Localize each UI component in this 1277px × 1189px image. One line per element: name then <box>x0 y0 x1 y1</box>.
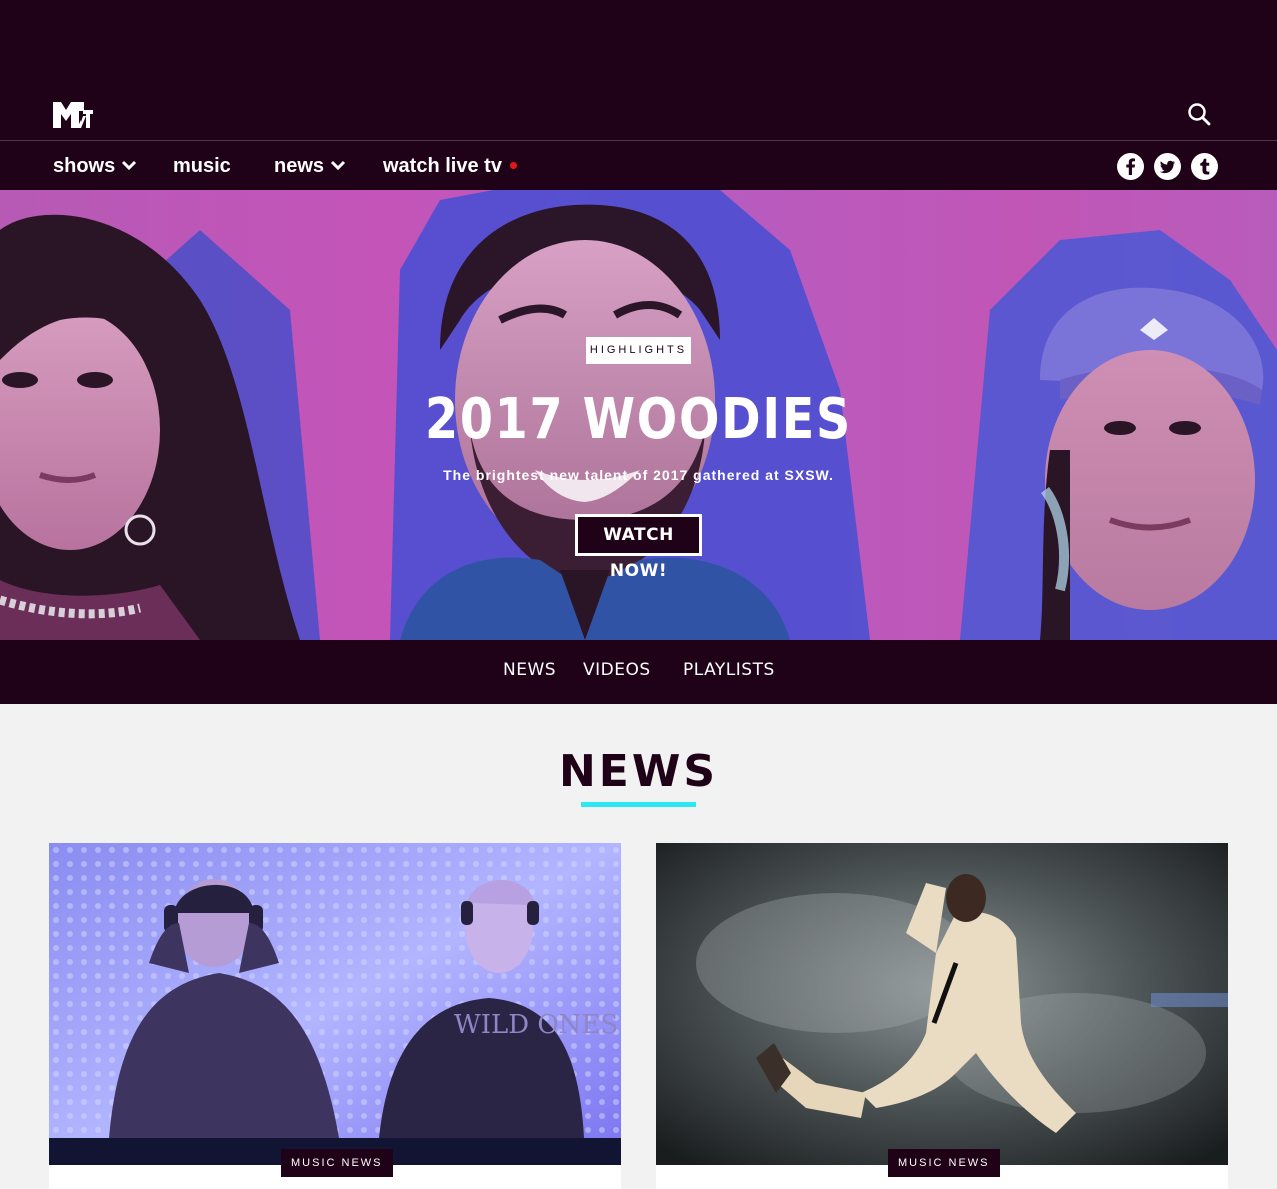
news-card[interactable]: MUSIC NEWS <box>656 843 1228 1189</box>
hero-banner[interactable]: HIGHLIGHTS 2017 WOODIES The brightest ne… <box>0 190 1277 640</box>
top-header <box>0 0 1277 141</box>
live-dot-icon <box>509 162 517 170</box>
facebook-icon[interactable] <box>1117 153 1144 180</box>
main-nav: shows music news watch live tv <box>0 141 1277 190</box>
tumblr-icon[interactable] <box>1191 153 1218 180</box>
nav-news[interactable]: news <box>274 153 346 179</box>
mtv-logo[interactable] <box>53 102 93 128</box>
nav-watch-live-tv[interactable]: watch live tv <box>383 153 517 179</box>
subnav-playlists[interactable]: PLAYLISTS <box>683 660 775 680</box>
hero-badge: HIGHLIGHTS <box>586 337 691 364</box>
nav-shows-label: shows <box>53 155 116 177</box>
card-tag[interactable]: MUSIC NEWS <box>888 1149 1000 1177</box>
card-tag[interactable]: MUSIC NEWS <box>281 1149 393 1177</box>
hero-title: 2017 WOODIES <box>425 387 852 452</box>
nav-shows[interactable]: shows <box>53 153 137 179</box>
watch-now-button[interactable]: WATCH NOW! <box>575 514 702 581</box>
search-icon[interactable] <box>1187 102 1211 126</box>
subnav-videos[interactable]: VIDEOS <box>583 660 651 680</box>
nav-news-label: news <box>274 155 325 177</box>
news-card[interactable]: WILD ONES MUSIC NEWS <box>49 843 621 1189</box>
chevron-down-icon <box>330 152 346 178</box>
news-card-image <box>656 843 1228 1165</box>
twitter-icon[interactable] <box>1154 153 1181 180</box>
section-subnav: NEWS VIDEOS PLAYLISTS <box>0 640 1277 704</box>
nav-music-label: music <box>173 155 231 177</box>
svg-text:WILD ONES: WILD ONES <box>454 1010 618 1040</box>
subnav-news[interactable]: NEWS <box>503 660 556 680</box>
news-card-image: WILD ONES <box>49 843 621 1165</box>
news-section-title: NEWS <box>558 746 719 797</box>
nav-watch-live-tv-label: watch live tv <box>383 155 502 177</box>
chevron-down-icon <box>121 152 137 178</box>
nav-music[interactable]: music <box>173 153 231 179</box>
title-underline <box>581 802 696 807</box>
hero-subtitle: The brightest new talent of 2017 gathere… <box>443 467 834 483</box>
